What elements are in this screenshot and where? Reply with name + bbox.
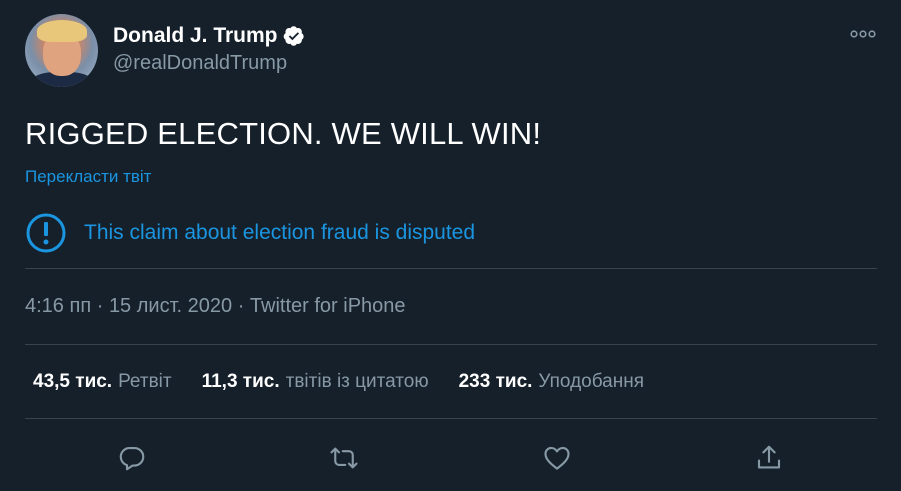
avatar[interactable] <box>25 14 98 87</box>
tweet-text: RIGGED ELECTION. WE WILL WIN! <box>25 116 542 151</box>
quote-tweets-stat[interactable]: 11,3 тис. твітів із цитатою <box>202 371 429 393</box>
share-button[interactable] <box>752 441 786 475</box>
disputed-claim-notice[interactable]: This claim about election fraud is dispu… <box>25 212 475 254</box>
meta-separator: · <box>91 295 109 317</box>
share-icon <box>757 445 781 469</box>
tweet-stats: 43,5 тис. Ретвіт 11,3 тис. твітів із цитат… <box>33 371 674 393</box>
author-handle[interactable]: @realDonaldTrump <box>113 52 287 75</box>
retweets-stat[interactable]: 43,5 тис. Ретвіт <box>33 371 172 393</box>
retweet-button[interactable] <box>327 441 361 475</box>
quote-tweets-label: твітів із цитатою <box>285 371 429 392</box>
quote-tweets-count: 11,3 тис. <box>201 371 280 392</box>
translate-tweet-link[interactable]: Перекласти твіт <box>25 167 151 187</box>
retweets-count: 43,5 тис. <box>33 371 113 392</box>
likes-count: 233 тис. <box>458 371 533 392</box>
author-display-name[interactable]: Donald J. Trump <box>113 24 278 48</box>
reply-button[interactable] <box>115 441 149 475</box>
tweet-metadata: 4:16 пп · 15 лист. 2020 · Twitter for iP… <box>25 295 406 318</box>
likes-label: Уподобання <box>538 371 645 392</box>
tweet-time[interactable]: 4:16 пп <box>25 295 91 317</box>
retweet-icon <box>330 447 358 469</box>
heart-icon <box>544 446 570 470</box>
divider <box>25 344 877 345</box>
divider <box>25 418 877 419</box>
tweet-actions <box>0 441 901 475</box>
like-button[interactable] <box>540 441 574 475</box>
more-options-icon[interactable] <box>849 24 877 44</box>
tweet-source[interactable]: Twitter for iPhone <box>250 295 406 317</box>
tweet-detail: Donald J. Trump @realDonaldTrump RIGGED … <box>0 0 901 491</box>
verified-badge-icon <box>283 26 304 46</box>
retweets-label: Ретвіт <box>118 371 172 392</box>
disputed-claim-text: This claim about election fraud is dispu… <box>84 221 476 244</box>
tweet-date[interactable]: 15 лист. 2020 <box>109 295 232 317</box>
likes-stat[interactable]: 233 тис. Уподобання <box>459 371 644 393</box>
reply-icon <box>119 446 145 471</box>
divider <box>25 268 877 269</box>
exclamation-circle-icon <box>26 213 66 253</box>
meta-separator: · <box>232 295 250 317</box>
author-name-row[interactable]: Donald J. Trump <box>113 22 305 50</box>
